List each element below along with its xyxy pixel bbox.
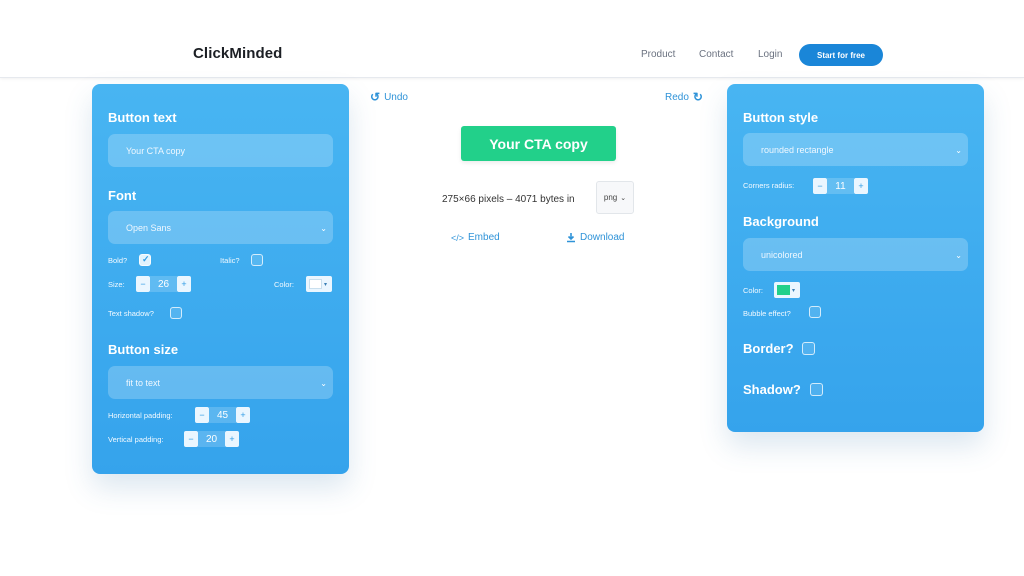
nav-product[interactable]: Product <box>641 49 675 60</box>
background-select[interactable]: unicolored ⌄ <box>743 238 968 271</box>
bg-color-picker[interactable]: ▾ <box>774 282 800 298</box>
chevron-down-icon: ⌄ <box>955 146 962 155</box>
horizontal-padding-stepper: − 45 + <box>195 407 250 423</box>
nav-contact[interactable]: Contact <box>699 49 733 60</box>
border-checkbox[interactable] <box>802 342 815 355</box>
horizontal-padding-label: Horizontal padding: <box>108 411 173 420</box>
font-color-swatch <box>309 279 322 289</box>
download-label: Download <box>580 232 625 243</box>
style-settings-panel: Button style rounded rectangle ⌄ Corners… <box>727 84 984 432</box>
text-shadow-checkbox[interactable] <box>170 307 182 319</box>
undo-button[interactable]: ↺ Undo <box>370 90 408 104</box>
vertical-padding-label: Vertical padding: <box>108 435 164 444</box>
redo-button[interactable]: Redo ↻ <box>665 90 703 104</box>
font-color-picker[interactable]: ▾ <box>306 276 332 292</box>
vpad-value[interactable]: 20 <box>198 431 225 447</box>
italic-checkbox[interactable] <box>251 254 263 266</box>
undo-label: Undo <box>384 91 408 103</box>
background-heading: Background <box>743 214 819 229</box>
size-mode-select[interactable]: fit to text ⌄ <box>108 366 333 399</box>
font-heading: Font <box>108 188 137 203</box>
embed-link[interactable]: </> Embed <box>451 232 500 243</box>
button-style-value: rounded rectangle <box>761 144 834 155</box>
logo[interactable]: ClickMinded <box>193 45 282 62</box>
decrease-vpad-button[interactable]: − <box>184 431 198 447</box>
bold-checkbox[interactable] <box>139 254 151 266</box>
background-value: unicolored <box>761 249 803 260</box>
increase-hpad-button[interactable]: + <box>236 407 250 423</box>
increase-vpad-button[interactable]: + <box>225 431 239 447</box>
size-mode-value: fit to text <box>126 377 161 388</box>
download-link[interactable]: Download <box>566 232 624 243</box>
chevron-down-icon: ⌄ <box>320 379 327 388</box>
chevron-down-icon: ⌄ <box>320 224 327 233</box>
caret-down-icon: ▾ <box>324 281 328 288</box>
font-color-label: Color: <box>274 280 295 289</box>
font-select[interactable]: Open Sans ⌄ <box>108 211 333 244</box>
bubble-effect-label: Bubble effect? <box>743 309 791 318</box>
chevron-down-icon: ⌄ <box>620 194 627 202</box>
start-for-free-button[interactable]: Start for free <box>799 44 883 66</box>
size-label: Size: <box>108 280 125 289</box>
decrease-size-button[interactable]: − <box>136 276 150 292</box>
vertical-padding-stepper: − 20 + <box>184 431 239 447</box>
italic-label: Italic? <box>220 256 240 265</box>
bg-color-label: Color: <box>743 286 764 295</box>
download-icon <box>567 232 575 242</box>
bold-label: Bold? <box>108 256 128 265</box>
increase-size-button[interactable]: + <box>177 276 191 292</box>
text-settings-panel: Button text Your CTA copy Font Open Sans… <box>92 84 349 474</box>
shadow-checkbox[interactable] <box>810 383 823 396</box>
button-text-heading: Button text <box>108 110 177 125</box>
text-shadow-label: Text shadow? <box>108 309 154 318</box>
bubble-effect-checkbox[interactable] <box>809 306 821 318</box>
button-text-value: Your CTA copy <box>126 145 186 156</box>
font-value: Open Sans <box>126 222 172 233</box>
bg-color-swatch <box>777 285 790 295</box>
border-heading: Border? <box>743 341 794 356</box>
corners-radius-label: Corners radius: <box>743 181 795 190</box>
button-style-select[interactable]: rounded rectangle ⌄ <box>743 133 968 166</box>
corners-radius-stepper: − 11 + <box>813 178 868 194</box>
caret-down-icon: ▾ <box>792 287 796 294</box>
format-value: png <box>603 193 618 202</box>
button-size-heading: Button size <box>108 342 179 357</box>
increase-radius-button[interactable]: + <box>854 178 868 194</box>
decrease-radius-button[interactable]: − <box>813 178 827 194</box>
button-style-heading: Button style <box>743 110 819 125</box>
redo-icon: ↻ <box>692 90 703 104</box>
decrease-hpad-button[interactable]: − <box>195 407 209 423</box>
cta-preview-button: Your CTA copy <box>461 126 616 161</box>
top-navbar: ClickMinded Product Contact Login Start … <box>0 0 1024 78</box>
font-size-value[interactable]: 26 <box>150 276 177 292</box>
nav-login[interactable]: Login <box>758 49 782 60</box>
undo-icon: ↺ <box>370 90 381 104</box>
button-text-input[interactable]: Your CTA copy <box>108 134 333 167</box>
format-select[interactable]: png ⌄ <box>596 181 634 214</box>
font-size-stepper: − 26 + <box>136 276 191 292</box>
shadow-heading: Shadow? <box>743 382 801 397</box>
chevron-down-icon: ⌄ <box>955 251 962 260</box>
hpad-value[interactable]: 45 <box>209 407 236 423</box>
redo-label: Redo <box>665 91 689 103</box>
image-info-text: 275×66 pixels – 4071 bytes in <box>442 194 575 205</box>
code-icon: </> <box>451 232 465 243</box>
embed-label: Embed <box>468 232 500 243</box>
radius-value[interactable]: 11 <box>827 178 854 194</box>
